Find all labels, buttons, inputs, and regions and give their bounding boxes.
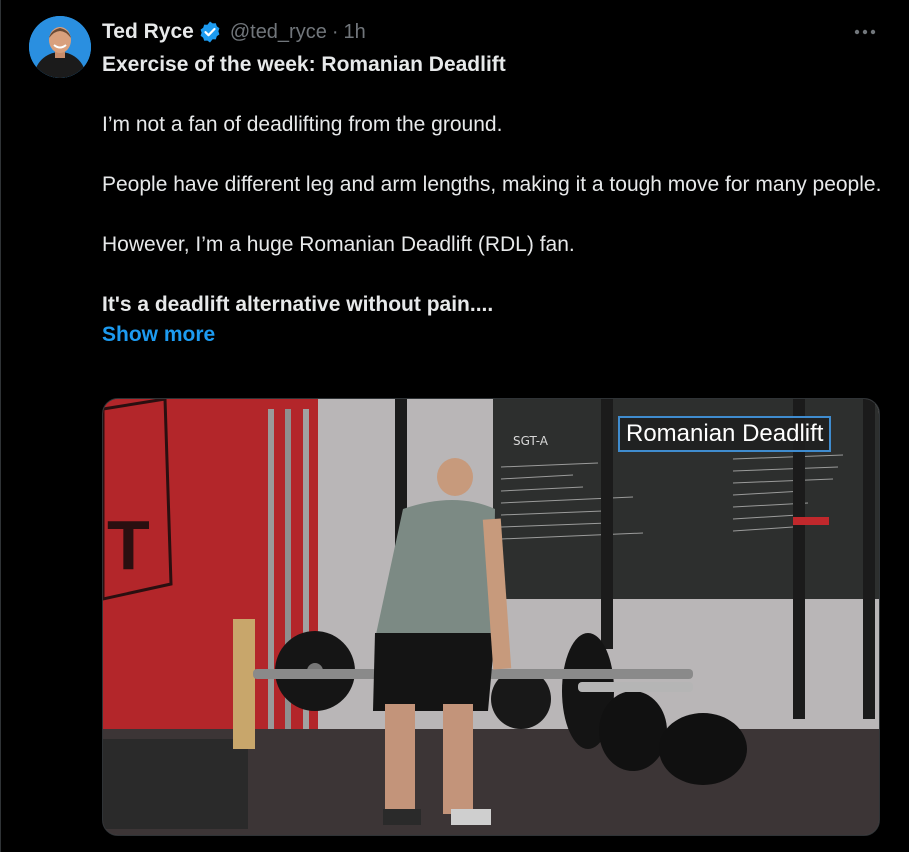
show-more-link[interactable]: Show more (102, 320, 892, 350)
tweet-text: Exercise of the week: Romanian Deadlift … (102, 50, 892, 350)
avatar[interactable] (29, 16, 91, 78)
whiteboard-title: SGT-A (513, 434, 549, 448)
tweet-header: Ted Ryce @ted_ryce · 1h (102, 18, 366, 46)
verified-badge-icon[interactable] (198, 20, 222, 44)
tweet-card[interactable]: Ted Ryce @ted_ryce · 1h Exercise of the … (0, 0, 909, 852)
tweet-paragraph: People have different leg and arm length… (102, 173, 882, 196)
more-options-icon[interactable] (851, 22, 879, 42)
video-caption-label: Romanian Deadlift (618, 416, 832, 452)
author-name[interactable]: Ted Ryce (102, 20, 194, 44)
author-handle[interactable]: @ted_ryce (230, 21, 327, 44)
tweet-bold-line: It's a deadlift alternative without pain… (102, 293, 494, 316)
separator-dot: · (331, 20, 339, 43)
video-media[interactable]: T SGT-A Romanian Deadlift (102, 398, 880, 836)
tweet-paragraph: I’m not a fan of deadlifting from the gr… (102, 113, 503, 136)
tweet-timestamp[interactable]: 1h (344, 21, 366, 44)
avatar-photo (29, 16, 91, 78)
svg-text:T: T (107, 506, 150, 584)
gym-video-frame: T SGT-A (103, 399, 879, 835)
tweet-paragraph: However, I’m a huge Romanian Deadlift (R… (102, 233, 575, 256)
tweet-headline: Exercise of the week: Romanian Deadlift (102, 53, 506, 76)
